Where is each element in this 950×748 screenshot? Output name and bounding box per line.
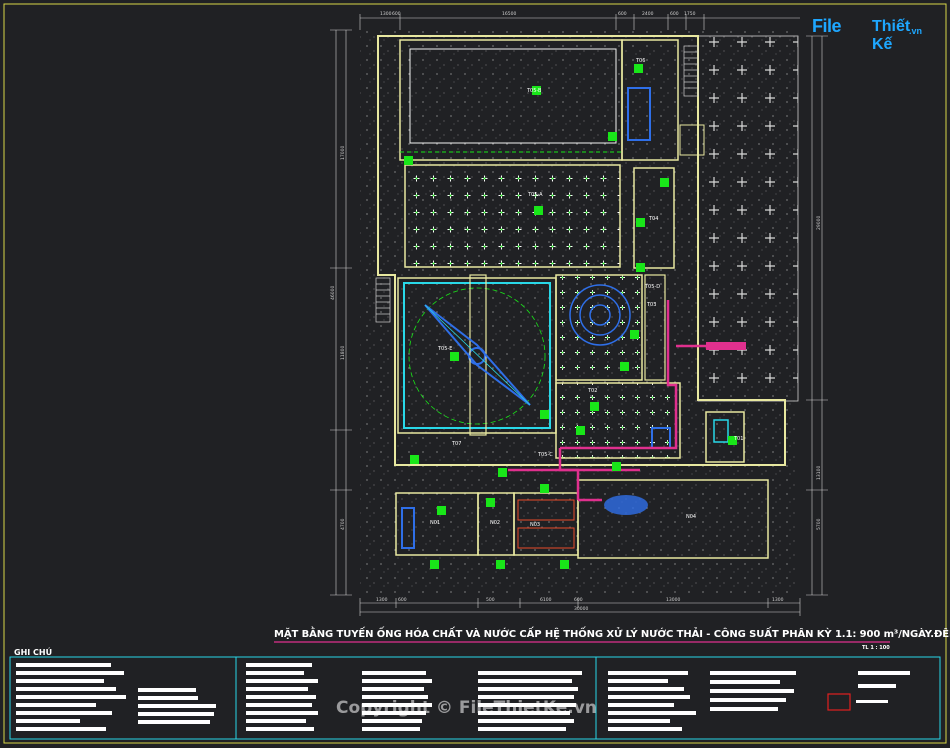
label-t07: T07 (451, 441, 461, 447)
dim-top-3: 16500 (502, 11, 516, 17)
dim-bottom-2: 600 (398, 597, 407, 603)
label-t01: T01 (733, 436, 743, 442)
dim-left-2: 11800 (340, 346, 346, 360)
dim-bottom-7: 1300 (772, 597, 784, 603)
dimension-right (806, 35, 828, 596)
logo-thietke-text: Thiết Kế (872, 18, 911, 53)
dim-bottom-1: 1300 (376, 597, 388, 603)
dim-bottom-5: 600 (574, 597, 583, 603)
note-lines (16, 663, 910, 731)
legend-symbol (827, 693, 851, 711)
tank-t05d (555, 274, 643, 381)
dim-left-3: 4700 (340, 518, 346, 530)
pipe-valve (706, 342, 746, 350)
dim-right-3: 5700 (816, 518, 822, 530)
dim-left-1: 17000 (340, 146, 346, 160)
dim-left-total: 46000 (330, 286, 336, 300)
dim-right-2: 13100 (816, 466, 822, 480)
label-t02: T02 (587, 388, 597, 394)
dim-bottom-4: 500 (486, 597, 495, 603)
dim-right-1: 29000 (816, 216, 822, 230)
logo-vn-text: .vn (909, 26, 923, 36)
label-t05c: T05-C (537, 452, 553, 458)
logo-file-text: File (812, 16, 842, 36)
dim-top-7: 1750 (684, 11, 696, 17)
label-t06: T06 (635, 58, 645, 64)
dimension-top (359, 14, 800, 30)
label-t05d: T05-D (644, 284, 660, 290)
legend-symbol-text (856, 700, 888, 703)
dim-top-1: 1300 (380, 11, 392, 17)
dim-bottom-3: 6100 (540, 597, 552, 603)
label-t05a: T05-A (527, 192, 543, 198)
label-n04: N04 (686, 514, 696, 520)
copyright-watermark: Copyright © FileThietKe.vn (336, 698, 597, 718)
dim-top-4: 600 (618, 11, 627, 17)
filethietke-logo: File Thiết Kế .vn (812, 14, 924, 53)
label-n03: N03 (530, 522, 540, 528)
tank-t05a (404, 164, 621, 268)
label-n01: N01 (430, 520, 440, 526)
label-t03: T03 (646, 302, 656, 308)
equip-n04 (604, 495, 648, 515)
dimension-left (330, 29, 352, 596)
dim-bottom-6: 13000 (666, 597, 680, 603)
label-n02: N02 (490, 520, 500, 526)
drawing-scale: TL 1 : 100 (862, 645, 890, 651)
drawing-title: MẶT BẰNG TUYẾN ỐNG HÓA CHẤT VÀ NƯỚC CẤP … (274, 629, 950, 640)
label-t04: T04 (648, 216, 658, 222)
dim-top-2: 600 (392, 11, 401, 17)
label-t05b: T05-B (526, 88, 542, 94)
notes-heading: GHI CHÚ (14, 648, 53, 657)
label-t05e: T05-E (437, 346, 452, 352)
dim-top-5: 2400 (642, 11, 654, 17)
dim-bottom-total: 30000 (574, 606, 588, 612)
dim-top-6: 600 (670, 11, 679, 17)
